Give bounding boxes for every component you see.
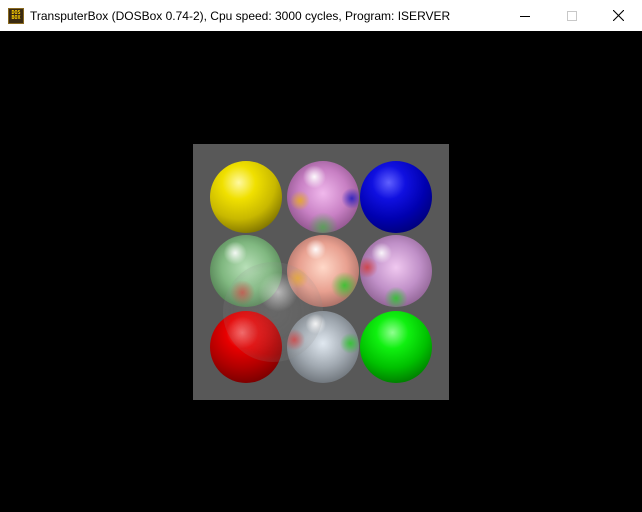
- title-bar[interactable]: DOS BOX TransputerBox (DOSBox 0.74-2), C…: [0, 0, 642, 31]
- close-button[interactable]: [595, 0, 642, 31]
- lavender-glass-sphere: [360, 235, 432, 307]
- minimize-button[interactable]: [501, 0, 548, 31]
- maximize-button[interactable]: [548, 0, 595, 31]
- minimize-icon: [519, 15, 530, 17]
- dos-screen[interactable]: [0, 31, 642, 512]
- green-sphere: [360, 311, 432, 383]
- yellow-sphere: [210, 161, 282, 233]
- raytrace-render: [193, 144, 449, 400]
- app-icon-text-bottom: BOX: [11, 14, 21, 21]
- blue-sphere: [360, 161, 432, 233]
- clear-glass-sphere: [223, 262, 323, 362]
- close-icon: [613, 10, 624, 21]
- window-title: TransputerBox (DOSBox 0.74-2), Cpu speed…: [30, 8, 451, 23]
- dosbox-window: DOS BOX TransputerBox (DOSBox 0.74-2), C…: [0, 0, 642, 512]
- maximize-icon: [566, 10, 577, 21]
- dosbox-icon[interactable]: DOS BOX: [8, 7, 24, 24]
- window-controls: [501, 0, 642, 31]
- pink-glass-sphere: [287, 161, 359, 233]
